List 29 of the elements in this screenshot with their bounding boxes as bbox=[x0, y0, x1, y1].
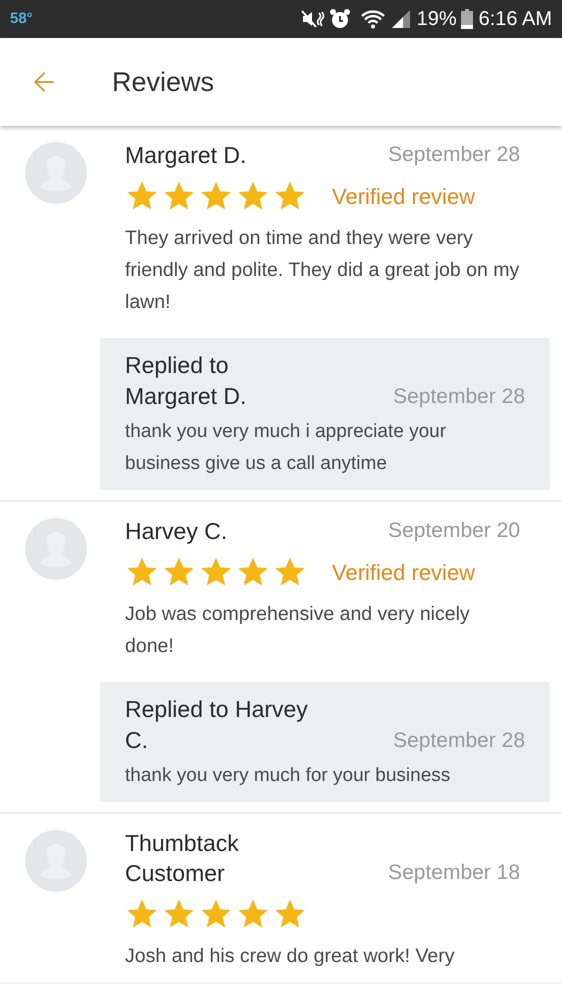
reviewer-name: Harvey C. bbox=[125, 517, 228, 546]
reviewer-name: Margaret D. bbox=[125, 141, 248, 170]
review-text: Josh and his crew do great work! Very bbox=[125, 944, 456, 969]
avatar-icon bbox=[25, 830, 87, 892]
review-text: They arrived on time and they were very friendly and polite. They did a great job on my lawn! bbox=[125, 226, 520, 315]
review-date: September 28 bbox=[388, 142, 520, 168]
reply-text: thank you very much for your business bbox=[125, 764, 452, 788]
verified-label: Verified review bbox=[332, 182, 476, 210]
reviewer-name: Thumbtack Customer bbox=[125, 829, 240, 888]
review-date: September 18 bbox=[388, 860, 520, 886]
battery-percent: 19% bbox=[416, 7, 457, 32]
signal-icon bbox=[390, 9, 411, 29]
reply-date: September 28 bbox=[393, 384, 525, 410]
verified-label: Verified review bbox=[332, 558, 476, 586]
reply-title: Replied to Margaret D. bbox=[125, 351, 248, 411]
reply-date: September 28 bbox=[393, 728, 525, 754]
alarm-icon bbox=[328, 8, 351, 30]
mute-icon bbox=[300, 9, 325, 29]
temperature-text: 58° bbox=[10, 8, 33, 29]
wifi-icon bbox=[360, 9, 385, 29]
avatar-icon bbox=[25, 518, 87, 580]
battery-icon bbox=[460, 9, 473, 29]
review-date: September 20 bbox=[388, 518, 520, 544]
review-text: Job was comprehensive and very nicely done! bbox=[125, 602, 471, 659]
clock-time: 6:16 AM bbox=[478, 7, 552, 32]
reply-title: Replied to Harvey C. bbox=[125, 695, 309, 755]
page-title: Reviews bbox=[112, 66, 214, 99]
avatar-icon bbox=[25, 142, 87, 204]
reply-text: thank you very much i appreciate your business give us a call anytime bbox=[125, 420, 448, 476]
